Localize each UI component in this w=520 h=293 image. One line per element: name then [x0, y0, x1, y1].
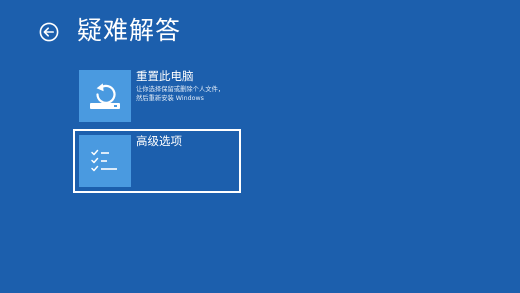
- page-title: 疑难解答: [77, 16, 182, 45]
- back-arrow-icon[interactable]: [39, 22, 59, 42]
- advanced-options-option[interactable]: 高级选项: [73, 129, 241, 193]
- reset-pc-desc-line-2: 然后重新安装 Windows: [136, 95, 204, 102]
- reset-pc-option[interactable]: 重置此电脑 让你选择保留或删除个人文件， 然后重新安装 Windows: [73, 64, 241, 128]
- reset-pc-description: 让你选择保留或删除个人文件， 然后重新安装 Windows: [136, 85, 241, 103]
- reset-pc-icon: [79, 70, 131, 122]
- reset-pc-title: 重置此电脑: [136, 69, 194, 83]
- reset-pc-desc-line-1: 让你选择保留或删除个人文件，: [136, 86, 225, 93]
- checklist-icon: [79, 135, 131, 187]
- troubleshoot-screen: 疑难解答 重置此电脑 让你选择保留或删除个人文件， 然后重新安装 Windows: [0, 0, 520, 293]
- advanced-options-title: 高级选项: [136, 134, 182, 148]
